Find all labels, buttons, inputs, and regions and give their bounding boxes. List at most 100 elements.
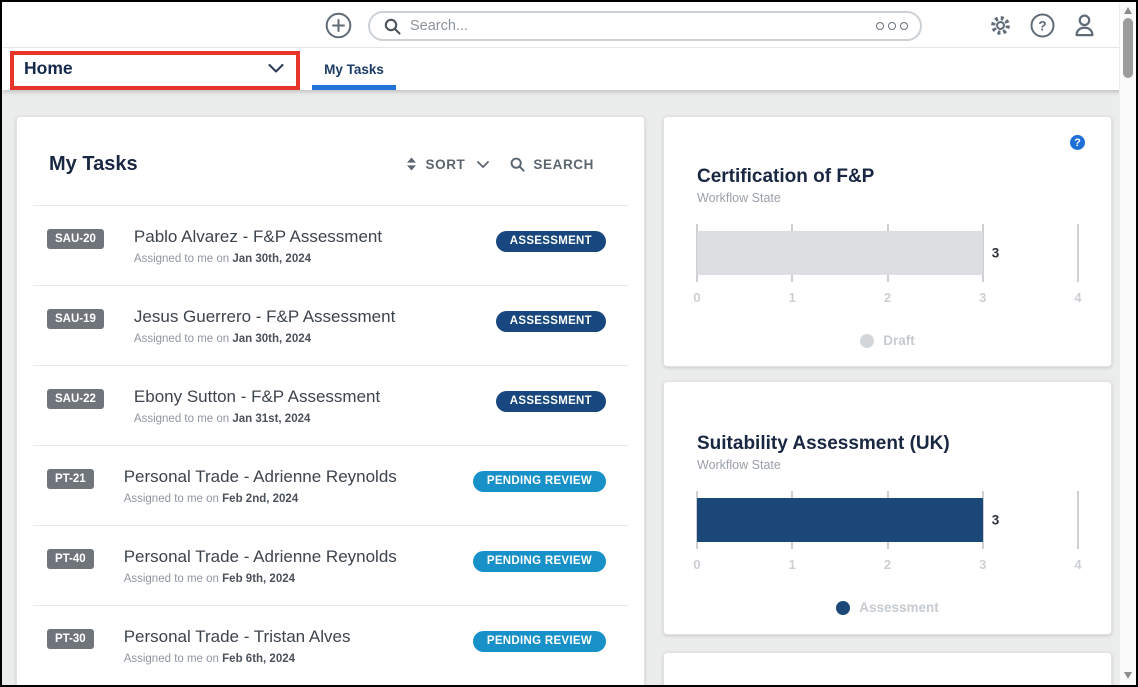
x-tick-label: 1 — [789, 290, 796, 305]
task-assigned-text: Assigned to me on Feb 9th, 2024 — [124, 573, 473, 585]
task-row[interactable]: SAU-22 Ebony Sutton - F&P Assessment Ass… — [33, 365, 628, 445]
status-badge: PENDING REVIEW — [473, 471, 606, 492]
svg-text:?: ? — [1038, 19, 1046, 34]
task-assigned-text: Assigned to me on Jan 31st, 2024 — [134, 413, 496, 425]
account-button[interactable] — [1071, 12, 1098, 39]
task-title[interactable]: Personal Trade - Tristan Alves — [124, 627, 473, 647]
x-tick-label: 3 — [979, 557, 986, 572]
question-circle-icon: ? — [1030, 13, 1055, 38]
task-id-badge: PT-30 — [47, 629, 94, 649]
task-row[interactable]: PT-21 Personal Trade - Adrienne Reynolds… — [33, 445, 628, 525]
home-dropdown[interactable]: Home — [12, 50, 298, 86]
task-row[interactable]: PT-30 Personal Trade - Tristan Alves Ass… — [33, 605, 628, 685]
global-search — [368, 11, 922, 41]
nav-bar: Home My Tasks — [2, 48, 1136, 90]
task-date: Jan 30th, 2024 — [232, 253, 311, 265]
task-row[interactable]: PT-40 Personal Trade - Adrienne Reynolds… — [33, 525, 628, 605]
x-tick-label: 2 — [884, 557, 891, 572]
chart-card-suitability: Suitability Assessment (UK) Workflow Sta… — [663, 381, 1112, 635]
vertical-scrollbar[interactable] — [1119, 2, 1136, 685]
scrollbar-thumb[interactable] — [1123, 18, 1133, 78]
legend-label: Draft — [883, 333, 915, 348]
status-badge: ASSESSMENT — [496, 311, 606, 332]
gridline — [1078, 224, 1079, 282]
chart-subtitle: Workflow State — [697, 458, 1078, 472]
task-id-badge: PT-21 — [47, 469, 94, 489]
search-input[interactable] — [410, 18, 876, 34]
scroll-up-arrow-icon[interactable] — [1124, 7, 1132, 14]
task-assigned-text: Assigned to me on Jan 30th, 2024 — [134, 333, 496, 345]
magnifier-icon — [510, 157, 525, 172]
tab-my-tasks[interactable]: My Tasks — [312, 48, 396, 90]
task-title[interactable]: Ebony Sutton - F&P Assessment — [134, 387, 496, 407]
chart-card-certification: ? Certification of F&P Workflow State 3 … — [663, 116, 1112, 367]
x-axis-labels: 01234 — [697, 285, 1078, 307]
task-row[interactable]: SAU-19 Jesus Guerrero - F&P Assessment A… — [33, 285, 628, 365]
person-icon — [1071, 12, 1098, 39]
task-title[interactable]: Personal Trade - Adrienne Reynolds — [124, 467, 473, 487]
add-button[interactable] — [325, 12, 352, 39]
status-badge: PENDING REVIEW — [473, 551, 606, 572]
task-id-badge: PT-40 — [47, 549, 94, 569]
task-title[interactable]: Pablo Alvarez - F&P Assessment — [134, 227, 496, 247]
legend-label: Assessment — [859, 600, 939, 615]
tab-label: My Tasks — [324, 62, 384, 77]
chart-legend: Assessment — [697, 600, 1078, 615]
bar-Draft — [697, 231, 983, 275]
bar-value-label: 3 — [992, 513, 1000, 528]
top-bar: ? — [2, 2, 1136, 48]
chart-title: Certification of F&P — [697, 166, 1078, 188]
x-tick-label: 4 — [1074, 290, 1081, 305]
plus-circle-icon — [325, 12, 352, 39]
task-date: Jan 30th, 2024 — [232, 333, 311, 345]
task-title[interactable]: Jesus Guerrero - F&P Assessment — [134, 307, 496, 327]
task-title[interactable]: Personal Trade - Adrienne Reynolds — [124, 547, 473, 567]
status-badge: ASSESSMENT — [496, 391, 606, 412]
x-axis-labels: 01234 — [697, 552, 1078, 574]
task-date: Feb 9th, 2024 — [222, 573, 295, 585]
settings-button[interactable] — [988, 13, 1013, 38]
sort-button[interactable]: SORT — [406, 157, 489, 172]
status-badge: ASSESSMENT — [496, 231, 606, 252]
task-id-badge: SAU-19 — [47, 309, 104, 329]
bar-chart-plot: 3 — [697, 491, 1078, 549]
x-tick-label: 0 — [693, 290, 700, 305]
task-assigned-text: Assigned to me on Feb 2nd, 2024 — [124, 493, 473, 505]
task-id-badge: SAU-20 — [47, 229, 104, 249]
x-tick-label: 3 — [979, 290, 986, 305]
chart-card-partial — [663, 652, 1112, 687]
legend-dot — [860, 334, 874, 348]
three-dots-icon[interactable] — [876, 22, 908, 30]
x-tick-label: 1 — [789, 557, 796, 572]
my-tasks-panel: My Tasks SORT — [16, 116, 645, 687]
help-button[interactable]: ? — [1030, 13, 1055, 38]
my-tasks-header: My Tasks SORT — [17, 117, 644, 205]
chart-legend: Draft — [697, 333, 1078, 348]
x-tick-label: 0 — [693, 557, 700, 572]
task-assigned-text: Assigned to me on Jan 30th, 2024 — [134, 253, 496, 265]
bar-Assessment — [697, 498, 983, 542]
task-date: Feb 2nd, 2024 — [222, 493, 298, 505]
task-row[interactable]: SAU-20 Pablo Alvarez - F&P Assessment As… — [33, 205, 628, 285]
chevron-down-icon — [477, 161, 489, 168]
chart-subtitle: Workflow State — [697, 191, 1078, 205]
panel-title: My Tasks — [49, 153, 406, 176]
bar-value-label: 3 — [992, 246, 1000, 261]
task-id-badge: SAU-22 — [47, 389, 104, 409]
home-dropdown-label: Home — [24, 58, 73, 79]
charts-column: ? Certification of F&P Workflow State 3 … — [663, 116, 1112, 687]
gear-icon — [988, 13, 1013, 38]
x-tick-label: 4 — [1074, 557, 1081, 572]
legend-dot — [836, 601, 850, 615]
chart-title: Suitability Assessment (UK) — [697, 433, 1078, 455]
scroll-down-arrow-icon[interactable] — [1124, 672, 1132, 679]
tasks-search-button[interactable]: SEARCH — [510, 157, 594, 172]
chart-help-icon[interactable]: ? — [1070, 135, 1085, 150]
magnifier-icon — [384, 18, 401, 35]
x-tick-label: 2 — [884, 290, 891, 305]
status-badge: PENDING REVIEW — [473, 631, 606, 652]
bar-chart-plot: 3 — [697, 224, 1078, 282]
active-tab-underline — [312, 85, 396, 90]
sort-arrows-icon — [406, 157, 417, 171]
app-window: ? Home My Tasks My Tasks — [0, 0, 1138, 687]
